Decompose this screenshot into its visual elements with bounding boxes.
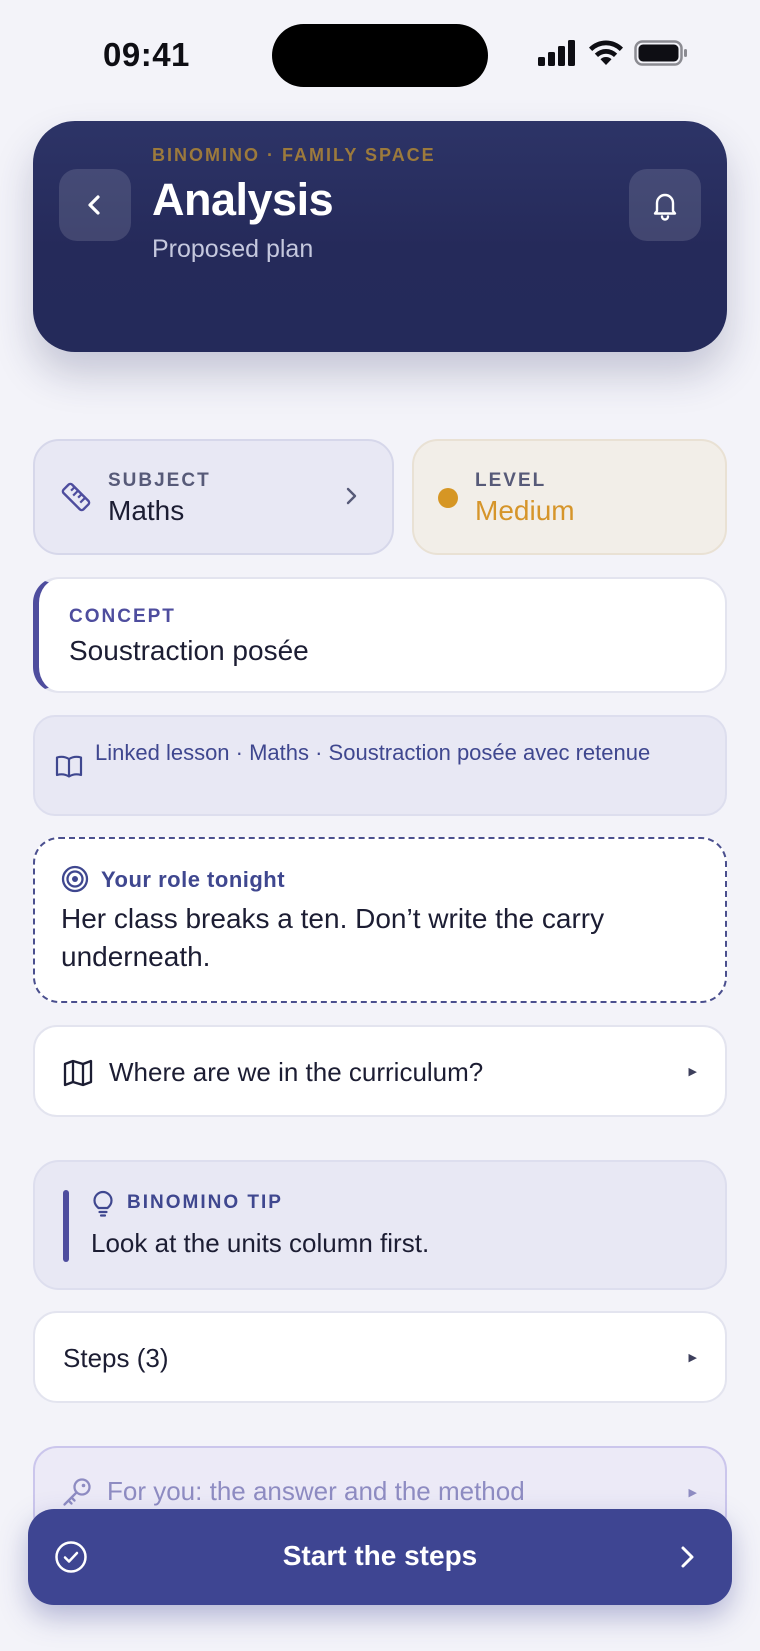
curriculum-text: Where are we in the curriculum? bbox=[109, 1057, 484, 1087]
header-banner: BINOMINO · FAMILY SPACE Analysis Propose… bbox=[33, 121, 727, 352]
linked-lesson-link[interactable]: Linked lesson · Maths · Soustraction pos… bbox=[33, 715, 727, 816]
steps-disclosure[interactable]: Steps (3) ▶ bbox=[33, 1311, 727, 1403]
header-eyebrow: BINOMINO · FAMILY SPACE bbox=[152, 145, 436, 165]
status-icons bbox=[538, 40, 688, 71]
level-card: LEVEL Medium bbox=[412, 439, 727, 555]
tip-card: BINOMINO TIP Look at the units column fi… bbox=[33, 1160, 727, 1290]
role-label: Your role tonight bbox=[101, 867, 286, 892]
dynamic-island bbox=[272, 24, 488, 87]
disclosure-triangle-icon: ▶ bbox=[688, 1487, 697, 1499]
level-indicator-dot bbox=[438, 488, 458, 508]
ruler-icon bbox=[59, 480, 93, 519]
steps-text: Steps (3) bbox=[63, 1343, 169, 1373]
chevron-right-icon bbox=[674, 1542, 700, 1577]
disclosure-triangle-icon: ▶ bbox=[688, 1066, 697, 1078]
start-steps-button[interactable]: Start the steps bbox=[28, 1509, 732, 1605]
map-icon bbox=[63, 1059, 93, 1092]
tip-text: Look at the units column first. bbox=[91, 1228, 430, 1258]
tip-label: BINOMINO TIP bbox=[127, 1192, 283, 1213]
chevron-right-icon bbox=[340, 485, 362, 512]
notifications-button[interactable] bbox=[629, 169, 701, 241]
role-tonight-card: Your role tonight Her class breaks a ten… bbox=[33, 837, 727, 1003]
level-label: LEVEL bbox=[475, 470, 547, 491]
lightbulb-icon bbox=[91, 1190, 115, 1223]
target-icon bbox=[61, 865, 89, 898]
page-title: Analysis bbox=[152, 174, 334, 225]
answer-method-text: For you: the answer and the method bbox=[107, 1476, 525, 1506]
role-text: Her class breaks a ten. Don’t write the … bbox=[61, 903, 605, 972]
subject-value: Maths bbox=[108, 495, 185, 526]
status-time: 09:41 bbox=[103, 36, 190, 73]
status-bar: 09:41 bbox=[0, 0, 760, 110]
wifi-icon bbox=[588, 40, 624, 71]
linked-lesson-text: Linked lesson · Maths · Soustraction pos… bbox=[95, 740, 651, 765]
concept-label: CONCEPT bbox=[69, 606, 176, 627]
disclosure-triangle-icon: ▶ bbox=[688, 1352, 697, 1364]
tip-accent-bar bbox=[63, 1190, 69, 1262]
bell-icon bbox=[653, 193, 677, 221]
cellular-signal-icon bbox=[538, 40, 578, 71]
key-icon bbox=[61, 1476, 93, 1513]
book-icon bbox=[55, 754, 83, 785]
concept-value: Soustraction posée bbox=[69, 635, 309, 666]
start-steps-label: Start the steps bbox=[282, 1540, 478, 1571]
page-subtitle: Proposed plan bbox=[152, 235, 314, 263]
subject-card[interactable]: SUBJECT Maths bbox=[33, 439, 394, 555]
chevron-left-icon bbox=[88, 195, 100, 215]
concept-card: CONCEPT Soustraction posée bbox=[33, 577, 727, 693]
subject-label: SUBJECT bbox=[108, 470, 211, 491]
level-value: Medium bbox=[475, 495, 575, 526]
back-button[interactable] bbox=[59, 169, 131, 241]
curriculum-disclosure[interactable]: Where are we in the curriculum? ▶ bbox=[33, 1025, 727, 1117]
battery-icon bbox=[634, 40, 688, 71]
